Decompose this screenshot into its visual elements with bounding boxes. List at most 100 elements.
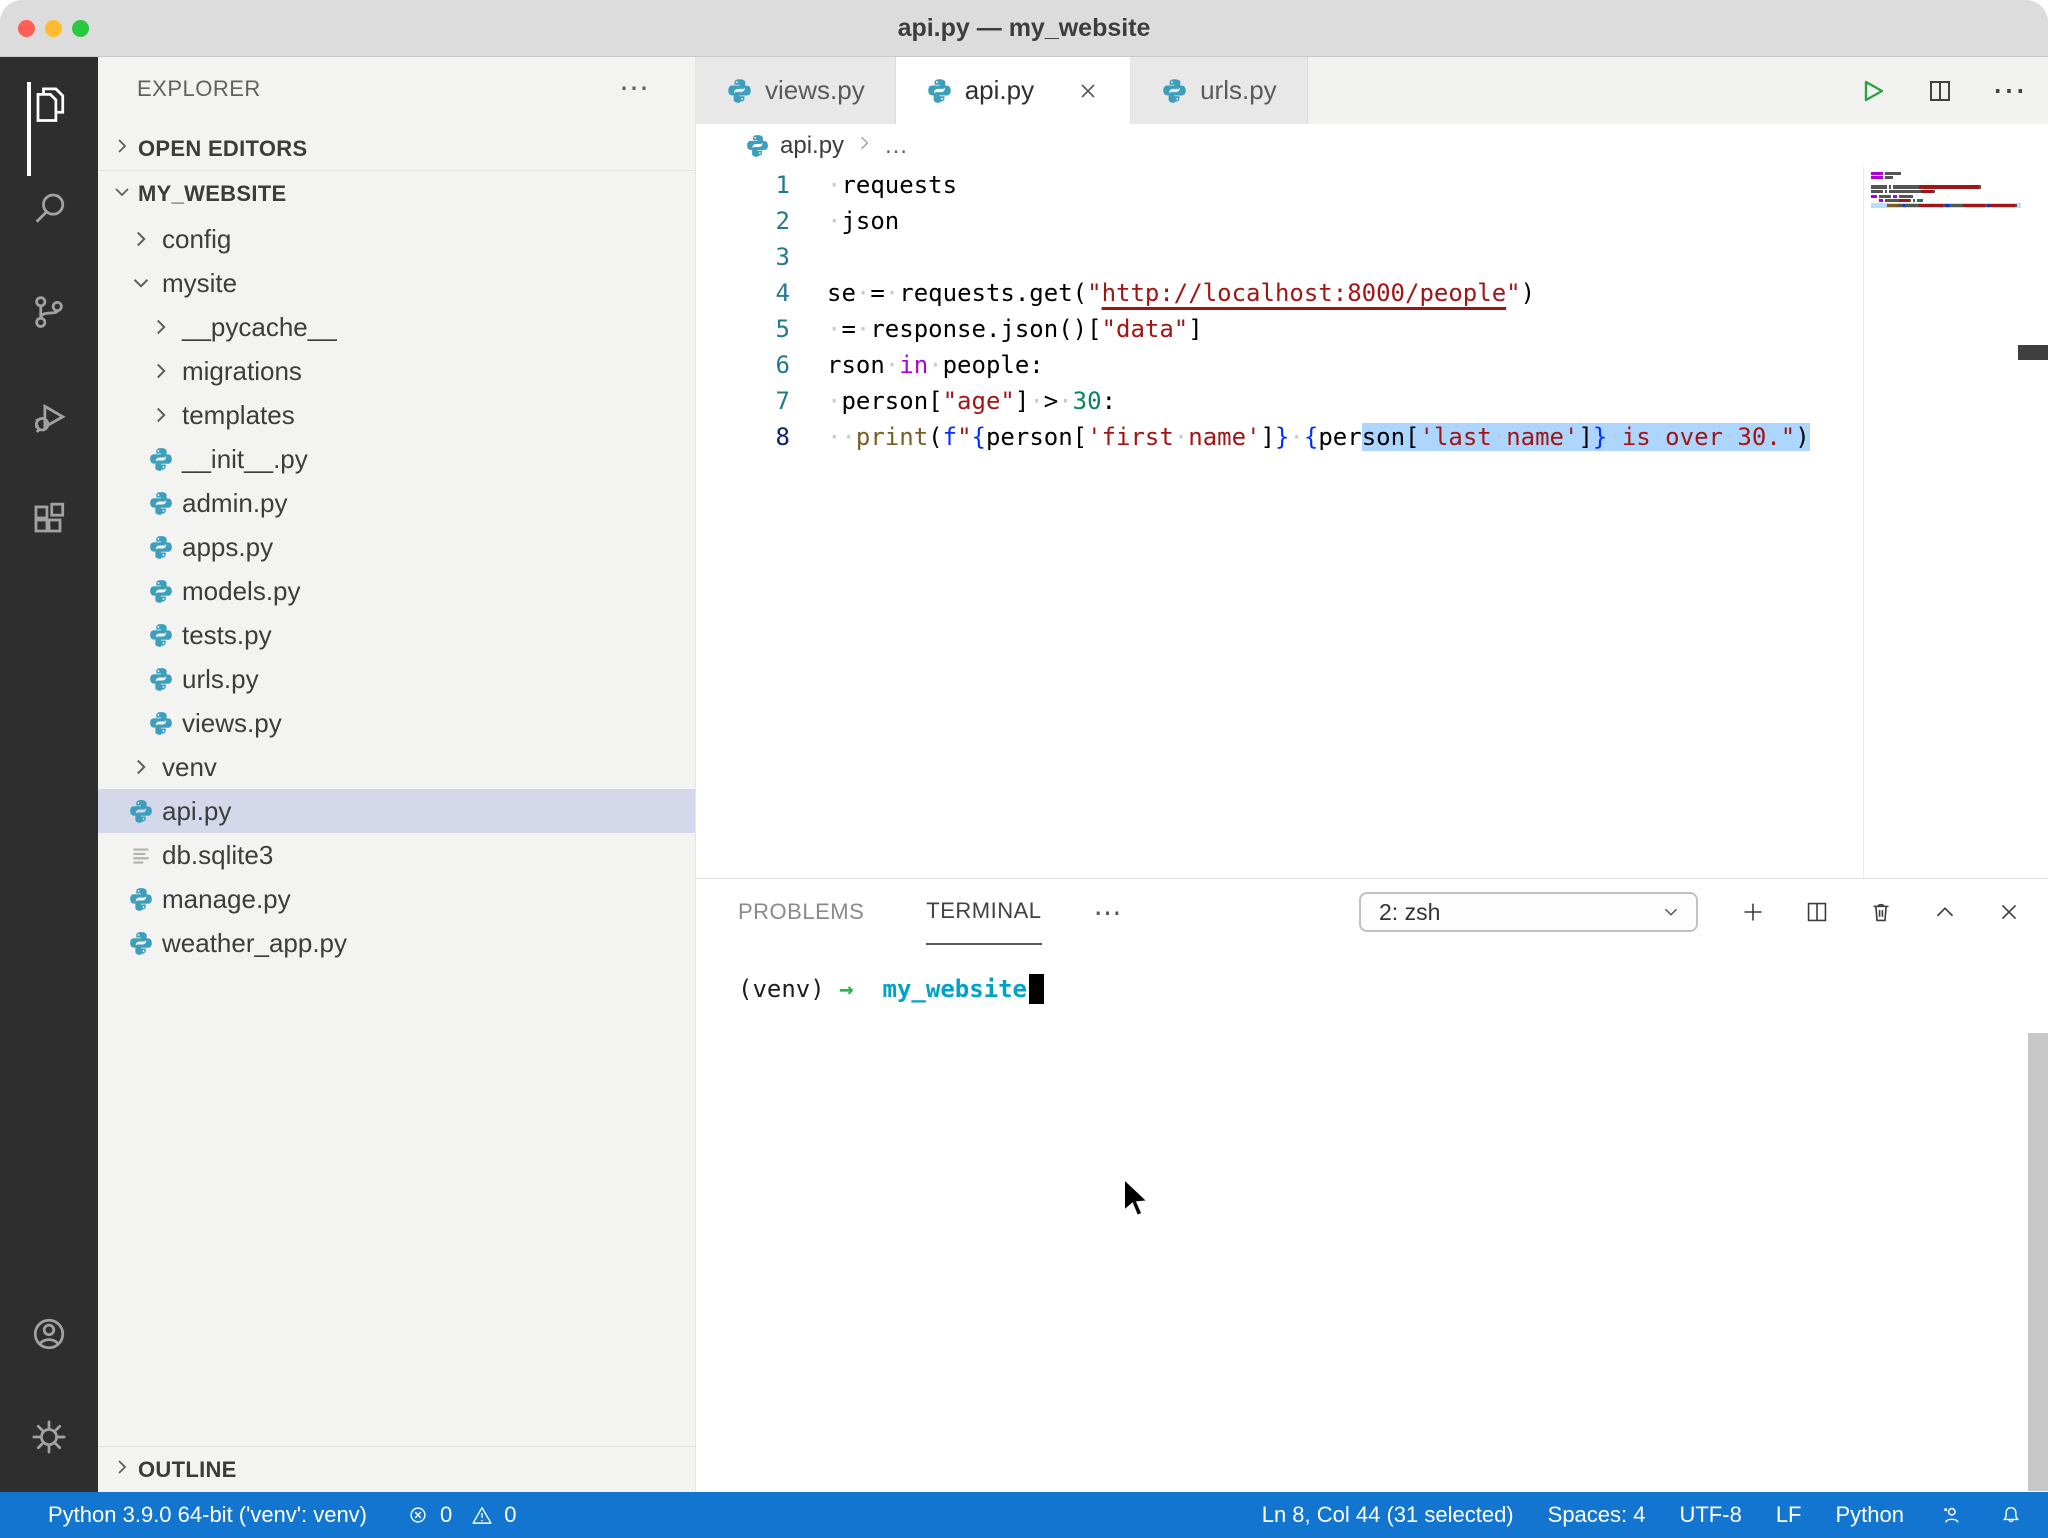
split-editor-button[interactable] — [1924, 75, 1956, 107]
activity-bar — [0, 57, 98, 1492]
encoding-status[interactable]: UTF-8 — [1679, 1502, 1741, 1528]
code-line: 3 — [696, 239, 1863, 275]
explorer-title: EXPLORER — [137, 76, 261, 102]
settings-button[interactable] — [27, 1415, 71, 1459]
traffic-lights — [18, 0, 89, 57]
bell-icon[interactable] — [1998, 1502, 2024, 1528]
tree-item-__init__.py[interactable]: __init__.py — [98, 437, 695, 481]
open-editors-section[interactable]: OPEN EDITORS — [98, 127, 695, 171]
python-icon — [128, 886, 154, 912]
tree-item-label: mysite — [162, 268, 237, 299]
language-mode-status[interactable]: Python — [1836, 1502, 1905, 1528]
tree-item-migrations[interactable]: migrations — [98, 349, 695, 393]
tree-item-models.py[interactable]: models.py — [98, 569, 695, 613]
breadcrumb-file[interactable]: api.py — [780, 132, 844, 160]
tree-item-venv[interactable]: venv — [98, 745, 695, 789]
tree-item-weather_app.py[interactable]: weather_app.py — [98, 921, 695, 965]
tree-item-label: tests.py — [182, 620, 272, 651]
line-number: 7 — [696, 387, 790, 415]
code-line: 5·=·response.json()["data"] — [696, 311, 1863, 347]
line-number: 5 — [696, 315, 790, 343]
overview-ruler-marker — [2018, 345, 2048, 360]
minimize-window-button[interactable] — [45, 20, 62, 37]
tree-item-db.sqlite3[interactable]: db.sqlite3 — [98, 833, 695, 877]
account-icon — [27, 1312, 71, 1356]
run-debug-icon — [27, 394, 71, 438]
bottom-panel: PROBLEMS TERMINAL ⋯ 2: zsh (venv) → my_w… — [696, 878, 2048, 1492]
editor-region: views.pyapi.pyurls.py ⋯ api.py … 1·reque… — [696, 57, 2048, 1492]
run-debug-activity-button[interactable] — [27, 394, 71, 438]
tree-item-apps.py[interactable]: apps.py — [98, 525, 695, 569]
terminal-body[interactable]: (venv) → my_website — [696, 945, 2048, 1007]
terminal-shell-select[interactable]: 2: zsh — [1359, 892, 1698, 932]
chevron-right-icon — [128, 754, 154, 780]
database-icon — [128, 842, 154, 868]
python-icon — [1161, 77, 1188, 104]
new-terminal-button[interactable] — [1738, 897, 1768, 927]
tree-item-label: templates — [182, 400, 295, 431]
tree-item-tests.py[interactable]: tests.py — [98, 613, 695, 657]
chevron-down-icon — [128, 270, 154, 296]
panel-scrollbar[interactable] — [2028, 1033, 2048, 1491]
tree-item-mysite[interactable]: mysite — [98, 261, 695, 305]
close-window-button[interactable] — [18, 20, 35, 37]
tab-urls.py[interactable]: urls.py — [1131, 57, 1308, 124]
close-icon[interactable] — [1076, 79, 1100, 103]
cursor-position-status[interactable]: Ln 8, Col 44 (31 selected) — [1262, 1502, 1514, 1528]
run-python-file-button[interactable] — [1856, 75, 1888, 107]
explorer-activity-button[interactable] — [27, 82, 71, 126]
indentation-status[interactable]: Spaces: 4 — [1548, 1502, 1646, 1528]
python-icon — [926, 77, 953, 104]
minimap-line — [1871, 203, 2021, 208]
zoom-window-button[interactable] — [72, 20, 89, 37]
maximize-panel-button[interactable] — [1930, 897, 1960, 927]
breadcrumb[interactable]: api.py … — [696, 124, 2048, 167]
panel-more-actions[interactable]: ⋯ — [1094, 896, 1122, 929]
explorer-more-actions[interactable]: ⋯ — [619, 79, 649, 99]
code-line: 1·requests — [696, 167, 1863, 203]
tab-api.py[interactable]: api.py — [896, 57, 1131, 124]
eol-status[interactable]: LF — [1776, 1502, 1802, 1528]
tab-views.py[interactable]: views.py — [696, 57, 896, 124]
split-terminal-button[interactable] — [1802, 897, 1832, 927]
chevron-right-icon — [148, 314, 174, 340]
python-icon — [148, 622, 174, 648]
line-number: 8 — [696, 423, 790, 451]
tree-item-__pycache__[interactable]: __pycache__ — [98, 305, 695, 349]
close-panel-button[interactable] — [1994, 897, 2024, 927]
extensions-activity-button[interactable] — [27, 498, 71, 542]
outline-section[interactable]: OUTLINE — [98, 1446, 695, 1492]
editor-more-actions[interactable]: ⋯ — [1992, 71, 2026, 111]
tree-item-config[interactable]: config — [98, 217, 695, 261]
minimap[interactable] — [1863, 167, 2048, 878]
tree-item-urls.py[interactable]: urls.py — [98, 657, 695, 701]
chevron-right-icon — [854, 132, 874, 160]
breadcrumb-more[interactable]: … — [884, 132, 908, 160]
editor-actions: ⋯ — [1856, 57, 2026, 124]
chevron-right-icon — [128, 226, 154, 252]
python-interpreter-status[interactable]: Python 3.9.0 64-bit ('venv': venv) — [48, 1502, 367, 1528]
kill-terminal-button[interactable] — [1866, 897, 1896, 927]
tree-item-templates[interactable]: templates — [98, 393, 695, 437]
search-icon — [27, 186, 71, 230]
tree-item-admin.py[interactable]: admin.py — [98, 481, 695, 525]
tree-item-label: config — [162, 224, 231, 255]
feedback-icon[interactable] — [1938, 1502, 1964, 1528]
workspace-section[interactable]: MY_WEBSITE — [98, 171, 695, 217]
problems-status[interactable]: 0 0 — [405, 1502, 517, 1528]
code-line: 2·json — [696, 203, 1863, 239]
tree-item-api.py[interactable]: api.py — [98, 789, 695, 833]
code-line: 6rson·in·people: — [696, 347, 1863, 383]
error-icon — [405, 1502, 431, 1528]
tree-item-views.py[interactable]: views.py — [98, 701, 695, 745]
tree-item-label: manage.py — [162, 884, 291, 915]
code-editor[interactable]: 1·requests2·json34se·=·requests.get("htt… — [696, 167, 2048, 878]
tab-problems[interactable]: PROBLEMS — [738, 879, 864, 945]
explorer-sidebar: EXPLORER ⋯ OPEN EDITORS MY_WEBSITE confi… — [98, 57, 696, 1492]
search-activity-button[interactable] — [27, 186, 71, 230]
accounts-button[interactable] — [27, 1312, 71, 1356]
tab-terminal[interactable]: TERMINAL — [926, 879, 1041, 945]
source-control-activity-button[interactable] — [27, 290, 71, 334]
tree-item-manage.py[interactable]: manage.py — [98, 877, 695, 921]
chevron-right-icon — [110, 1455, 134, 1484]
